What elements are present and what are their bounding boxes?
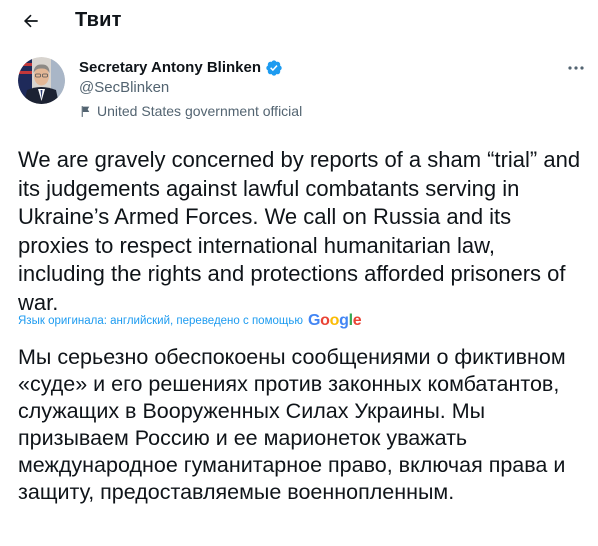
back-button[interactable] (14, 4, 48, 38)
avatar-image (18, 57, 65, 104)
translated-text: Мы серьезно обеспокоены сообщениями о фи… (18, 345, 566, 504)
top-bar: Твит (0, 0, 598, 44)
avatar[interactable] (18, 57, 65, 104)
google-logo: Google (307, 312, 362, 329)
verified-badge-icon (266, 60, 282, 76)
tweet-text: We are gravely concerned by reports of a… (18, 147, 581, 315)
translation-note[interactable]: Язык оригинала: английский, переведено с… (18, 312, 362, 330)
official-label-text: United States government official (97, 103, 303, 119)
official-label[interactable]: United States government official (79, 102, 302, 120)
more-options-icon (568, 66, 584, 70)
author-block: Secretary Antony Blinken @SecBlinken Uni… (79, 58, 302, 120)
author-name-row[interactable]: Secretary Antony Blinken (79, 58, 302, 78)
arrow-left-icon (23, 14, 38, 28)
translation-note-text: Язык оригинала: английский, переведено с… (18, 315, 303, 327)
more-options-button[interactable] (564, 58, 588, 78)
author-name[interactable]: Secretary Antony Blinken (79, 58, 261, 78)
flag-icon (81, 105, 90, 117)
page-title: Твит (75, 9, 122, 31)
author-handle[interactable]: @SecBlinken (79, 78, 302, 98)
